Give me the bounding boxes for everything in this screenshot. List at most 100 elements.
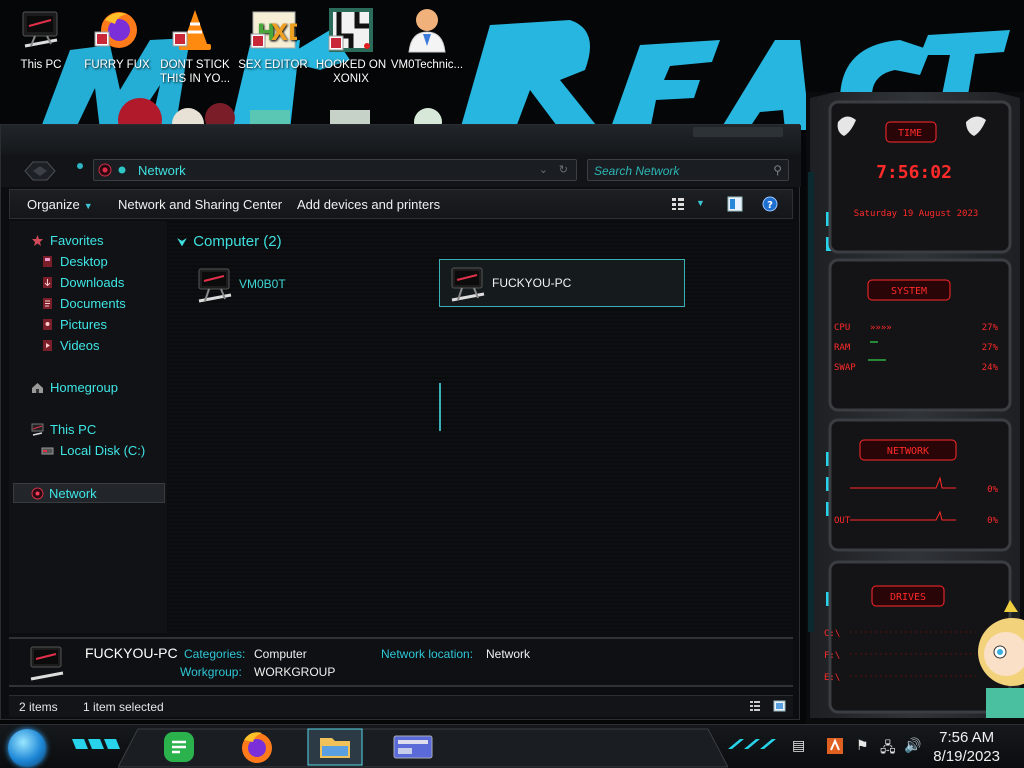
- status-selected-count: 1 item selected: [83, 700, 164, 714]
- nav-downloads[interactable]: Downloads: [9, 273, 167, 293]
- nav-videos[interactable]: Videos: [9, 336, 167, 356]
- network-in-value: 0%: [987, 485, 998, 495]
- svg-text:?: ?: [767, 200, 773, 211]
- desktop-icon-furry-fux[interactable]: FURRY FUX: [78, 6, 156, 72]
- desktop-icon-dont-stick[interactable]: DONT STICK THIS IN YO...: [156, 6, 234, 86]
- chevron-down-icon: ▼: [83, 201, 93, 211]
- cpu-meter: »»»»: [870, 323, 892, 333]
- computer-name: VM0B0T: [239, 277, 286, 291]
- system-clock[interactable]: 7:56 AM 8/19/2023: [933, 728, 1000, 766]
- nav-desktop[interactable]: Desktop: [9, 252, 167, 272]
- nav-local-disk[interactable]: Local Disk (C:): [9, 441, 167, 461]
- network-gadget-title: NETWORK: [887, 446, 929, 457]
- action-center-flag-icon[interactable]: ⚑: [856, 737, 869, 754]
- nav-downloads-label: Downloads: [60, 275, 125, 290]
- taskbar-app-feedly[interactable]: [150, 728, 208, 766]
- nav-pictures[interactable]: Pictures: [9, 315, 167, 335]
- ram-value: 27%: [982, 343, 999, 353]
- add-devices-printers-button[interactable]: Add devices and printers: [297, 197, 440, 212]
- desktop-icon-sex-editor[interactable]: H XD SEX EDITOR: [234, 6, 312, 72]
- nav-network-label: Network: [49, 486, 97, 501]
- details-view-icon[interactable]: [749, 700, 761, 712]
- desktop-icon-label: DONT STICK THIS IN YO...: [159, 59, 231, 85]
- search-box[interactable]: Search Network ⚲: [587, 159, 789, 181]
- back-button[interactable]: [23, 159, 57, 183]
- details-pane: FUCKYOU-PC Categories: Computer Workgrou…: [9, 637, 793, 687]
- desktop-icon-this-pc[interactable]: This PC: [2, 6, 80, 72]
- explorer-window: Network ⌄ ↻ Search Network ⚲ Organize ▼ N…: [0, 124, 801, 720]
- large-icons-view-icon[interactable]: [773, 700, 786, 712]
- volume-icon[interactable]: 🔊: [904, 737, 921, 754]
- network-out-label: OUT: [834, 516, 851, 526]
- swap-value: 24%: [982, 363, 999, 373]
- taskbar-app-file-explorer[interactable]: [306, 728, 364, 766]
- nav-homegroup[interactable]: Homegroup: [9, 378, 167, 398]
- search-placeholder: Search Network: [594, 164, 680, 178]
- desktop-icon-label: HOOKED ON XONIX: [315, 59, 387, 85]
- drive-f-label: F:\: [824, 651, 840, 661]
- time-gadget-clock: 7:56:02: [876, 162, 952, 183]
- taskbar-decoration-right: [728, 739, 776, 749]
- drives-gadget-title: DRIVES: [890, 592, 926, 603]
- tray-overflow-icon[interactable]: ▤: [792, 737, 805, 754]
- drive-c-label: C:\: [824, 629, 840, 639]
- network-computer-fuckyou-pc[interactable]: [439, 383, 441, 431]
- network-sharing-center-button[interactable]: Network and Sharing Center: [118, 197, 282, 212]
- details-workgroup-value: WORKGROUP: [254, 665, 336, 679]
- network-computer-vm0b0t[interactable]: VM0B0T: [187, 261, 427, 309]
- help-icon[interactable]: ?: [762, 196, 778, 212]
- vlc-shortcut-icon: [171, 6, 219, 54]
- nav-this-pc[interactable]: This PC: [9, 420, 167, 440]
- start-button[interactable]: [8, 729, 46, 767]
- computer-name: FUCKYOU-PC: [492, 276, 572, 290]
- address-dropdown-icon[interactable]: ⌄: [539, 163, 548, 176]
- view-options-chevron-icon[interactable]: ▼: [696, 198, 705, 208]
- forward-button[interactable]: [77, 163, 83, 169]
- address-row: Network ⌄ ↻ Search Network ⚲: [1, 155, 801, 187]
- change-view-icon[interactable]: [671, 197, 685, 211]
- firefox-icon: [242, 732, 272, 763]
- organize-button[interactable]: Organize ▼: [27, 197, 93, 212]
- downloads-folder-icon: [43, 277, 52, 288]
- tray-app-icon[interactable]: [826, 737, 844, 755]
- details-computer-name: FUCKYOU-PC: [85, 645, 178, 661]
- nav-documents-label: Documents: [60, 296, 126, 311]
- favorites-star-icon: [32, 235, 43, 246]
- network-computer-fuckyou-pc-selected[interactable]: FUCKYOU-PC: [439, 259, 685, 307]
- computer-icon: [198, 268, 232, 303]
- group-header-computer[interactable]: ⮟ Computer (2): [177, 233, 282, 250]
- taskbar-app-firefox[interactable]: [228, 728, 286, 766]
- nav-favorites[interactable]: Favorites: [9, 231, 167, 251]
- network-tray-icon[interactable]: 🖧: [880, 737, 896, 761]
- network-out-value: 0%: [987, 516, 998, 526]
- nav-documents[interactable]: Documents: [9, 294, 167, 314]
- preview-pane-icon[interactable]: [727, 196, 743, 212]
- details-workgroup-label: Workgroup:: [180, 665, 242, 679]
- nav-network[interactable]: Network: [13, 483, 165, 503]
- ram-label: RAM: [834, 343, 851, 353]
- computer-icon: [30, 646, 64, 681]
- collapse-group-icon[interactable]: ⮟: [177, 235, 187, 249]
- address-bar[interactable]: Network ⌄ ↻: [93, 159, 577, 181]
- doctor-avatar-icon: [403, 6, 451, 54]
- details-categories-value: Computer: [254, 647, 307, 661]
- time-gadget-date: Saturday 19 August 2023: [854, 209, 979, 219]
- window-title-bar[interactable]: [1, 125, 801, 155]
- address-text: Network: [138, 163, 186, 178]
- cpu-value: 27%: [982, 323, 999, 333]
- xonix-game-shortcut-icon: [327, 6, 375, 54]
- refresh-icon[interactable]: ↻: [559, 163, 568, 176]
- status-item-count: 2 items: [19, 700, 58, 714]
- control-panel-icon: [393, 735, 433, 759]
- videos-folder-icon: [43, 340, 52, 351]
- nav-desktop-label: Desktop: [60, 254, 108, 269]
- clock-time: 7:56 AM: [939, 729, 995, 746]
- desktop-icon-hooked-on-xonix[interactable]: HOOKED ON XONIX: [312, 6, 390, 86]
- taskbar-app-control-panel[interactable]: [384, 728, 442, 766]
- search-icon[interactable]: ⚲: [773, 163, 782, 177]
- command-bar: Organize ▼ Network and Sharing Center Add…: [9, 189, 793, 219]
- feedly-icon: [164, 732, 194, 762]
- nav-local-disk-label: Local Disk (C:): [60, 443, 146, 458]
- desktop-icon-vm0technic[interactable]: VM0Technic...: [388, 6, 466, 72]
- computer-icon: [451, 267, 485, 302]
